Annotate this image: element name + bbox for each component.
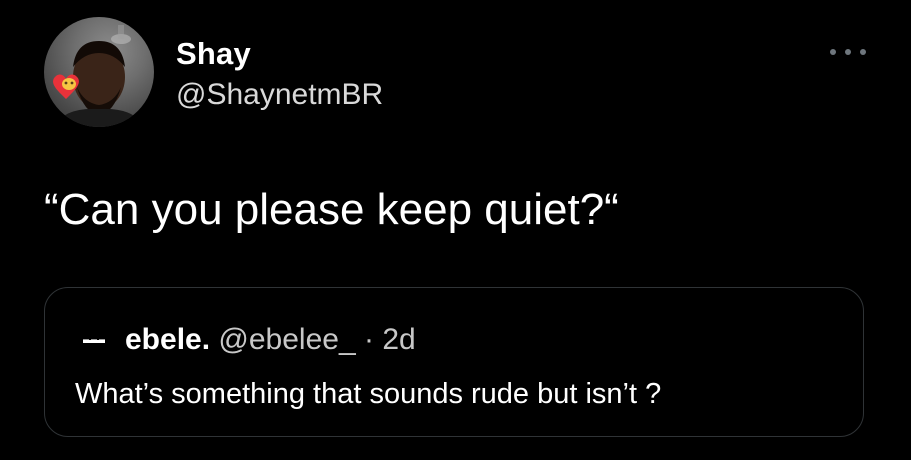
- quoted-tweet-card[interactable]: ebele. @ebelee_ · 2d What’s something th…: [44, 287, 864, 437]
- tweet-text: “Can you please keep quiet?“: [44, 185, 619, 234]
- tweet: Shay @ShaynetmBR “Can you please keep qu…: [0, 0, 911, 460]
- quoted-author-handle[interactable]: @ebelee_: [218, 323, 355, 356]
- dot-icon: [845, 49, 851, 55]
- quoted-tweet-header: ebele. @ebelee_ · 2d: [125, 323, 416, 357]
- author-avatar[interactable]: [44, 17, 154, 127]
- dot-icon: [860, 49, 866, 55]
- separator-text: ·: [363, 323, 374, 356]
- author-display-name[interactable]: Shay: [176, 36, 251, 72]
- avatar-photo-icon: [53, 25, 144, 127]
- quoted-author-display-name[interactable]: ebele.: [125, 323, 210, 356]
- quoted-tweet-time[interactable]: 2d: [382, 323, 415, 356]
- dot-icon: [830, 49, 836, 55]
- more-options-icon[interactable]: [830, 42, 866, 62]
- quoted-tweet-text: What’s something that sounds rude but is…: [75, 378, 662, 410]
- quoted-author-avatar-icon: [83, 339, 105, 343]
- author-handle[interactable]: @ShaynetmBR: [176, 78, 383, 112]
- separator-dot: ·: [356, 323, 383, 356]
